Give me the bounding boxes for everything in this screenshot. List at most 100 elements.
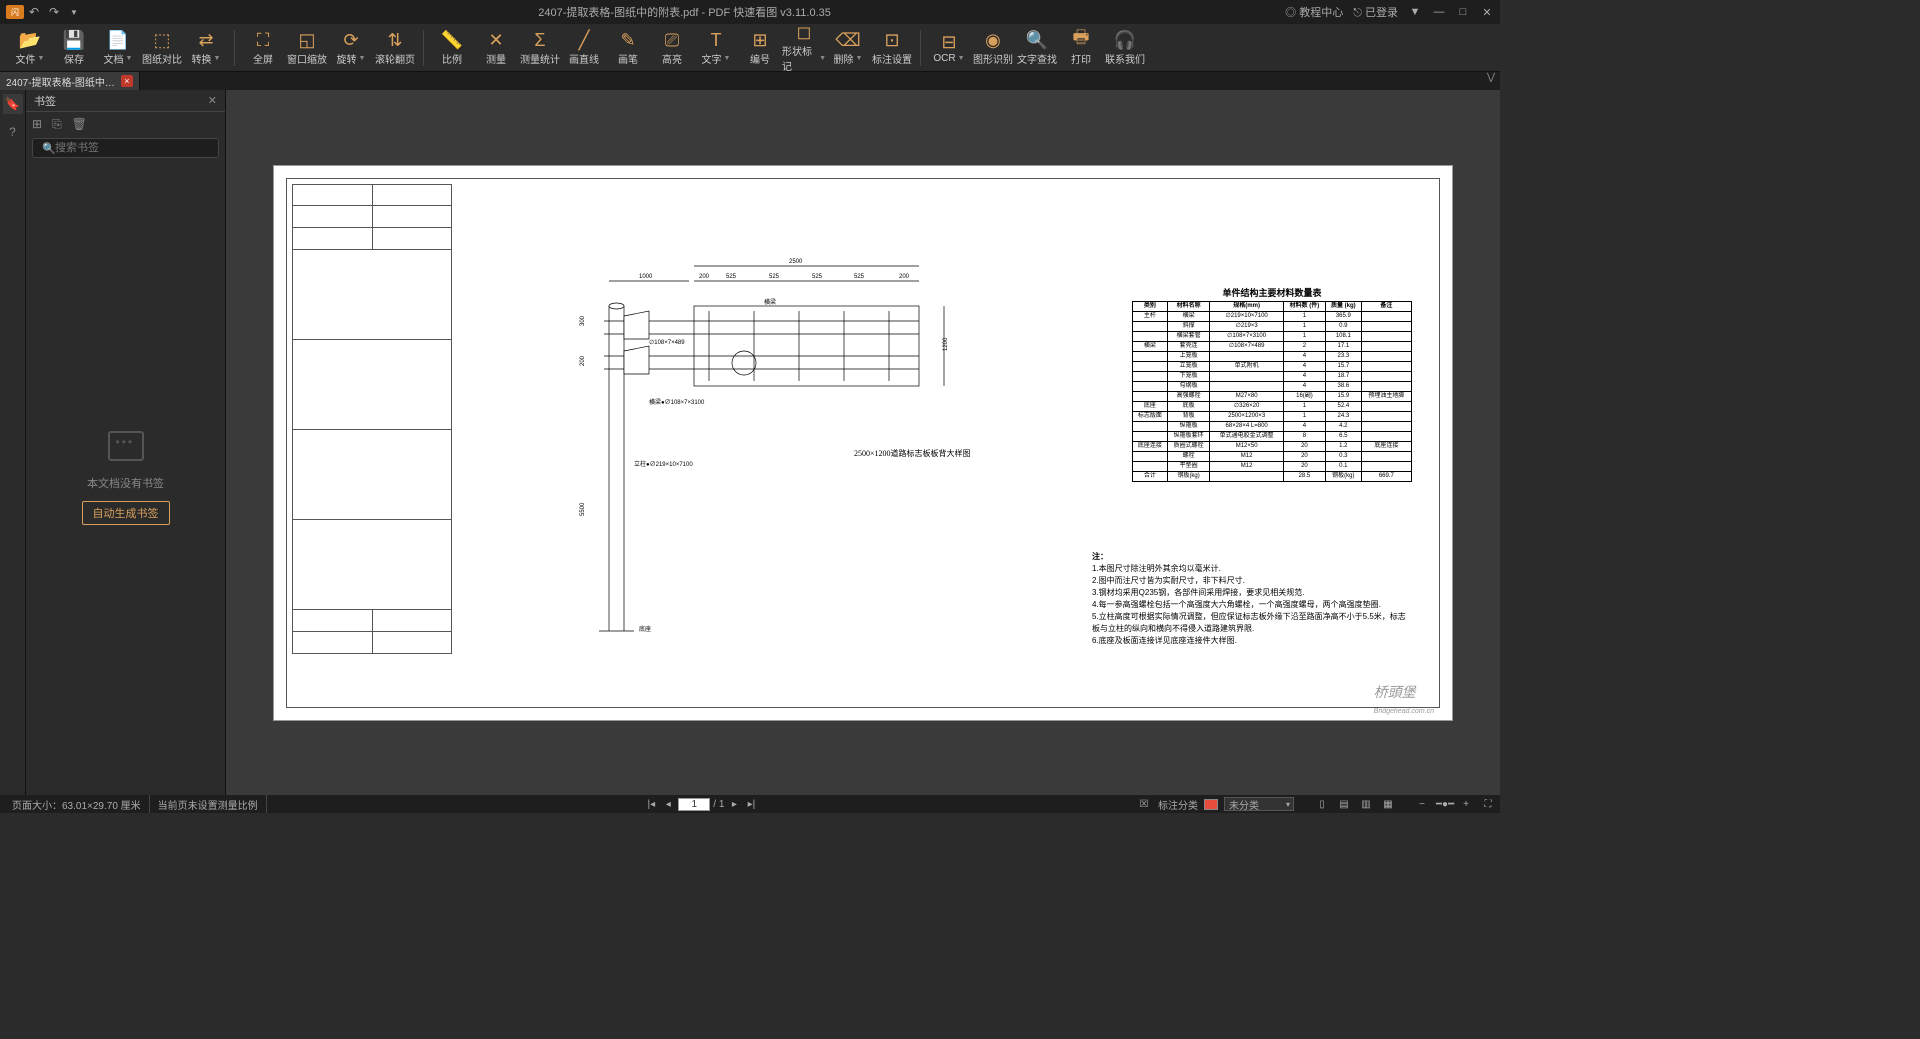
measure-button[interactable]: ✕测量 bbox=[474, 25, 518, 71]
bookmark-search-input[interactable] bbox=[32, 138, 219, 158]
bookmark-rail-icon[interactable]: 🔖 bbox=[3, 94, 23, 114]
autogen-bookmark-button[interactable]: 自动生成书签 bbox=[82, 501, 170, 525]
zoom-out-icon[interactable]: − bbox=[1414, 799, 1430, 810]
fullscreen-button[interactable]: ⛶全屏 bbox=[241, 25, 285, 71]
scale-icon: 📏 bbox=[441, 29, 463, 51]
svg-text:底座: 底座 bbox=[639, 625, 651, 633]
view-continuous-icon[interactable]: ▤ bbox=[1336, 799, 1352, 810]
titleblock-grid bbox=[292, 184, 452, 702]
svg-text:200: 200 bbox=[899, 274, 910, 280]
text-icon: T bbox=[711, 29, 722, 51]
annot-toggle-icon[interactable]: ☒ bbox=[1136, 799, 1152, 810]
highlight-button[interactable]: ⎚高亮 bbox=[650, 25, 694, 71]
page-size-label: 页面大小：63.01×29.70 厘米 bbox=[4, 795, 150, 813]
undo-icon[interactable]: ↶ bbox=[24, 5, 44, 19]
redo-icon[interactable]: ↷ bbox=[44, 5, 64, 19]
svg-text:300: 300 bbox=[580, 315, 586, 326]
text-button[interactable]: T文字▼ bbox=[694, 25, 738, 71]
zoom-slider-icon[interactable]: ━●━ bbox=[1436, 799, 1452, 810]
scale-button[interactable]: 📏比例 bbox=[430, 25, 474, 71]
annot-label: 标注分类 bbox=[1158, 797, 1198, 812]
maximize-button[interactable]: □ bbox=[1456, 6, 1470, 18]
help-link[interactable]: ◎ 教程中心 bbox=[1285, 4, 1343, 20]
svg-text:∅108×7×489: ∅108×7×489 bbox=[649, 339, 685, 346]
save-button[interactable]: 💾保存 bbox=[52, 25, 96, 71]
number-button[interactable]: ⊞编号 bbox=[738, 25, 782, 71]
view-facing-icon[interactable]: ▥ bbox=[1358, 799, 1374, 810]
tab-close-icon[interactable]: × bbox=[121, 75, 133, 87]
document-tab[interactable]: 2407-提取表格-图纸中… × bbox=[0, 72, 140, 90]
watermark: 桥頭堡Bridgehead.com.cn bbox=[1374, 682, 1434, 718]
fitwindow-button[interactable]: ◱窗口缩放 bbox=[285, 25, 329, 71]
add-bookmark-icon[interactable]: ⎘ bbox=[52, 117, 62, 132]
save-icon: 💾 bbox=[63, 29, 85, 51]
imgrec-icon: ◉ bbox=[985, 29, 1001, 51]
app-logo-icon: 闪 bbox=[6, 5, 24, 19]
rotate-button[interactable]: ⟳旋转▼ bbox=[329, 25, 373, 71]
pen-button[interactable]: ✎画笔 bbox=[606, 25, 650, 71]
view-book-icon[interactable]: ▦ bbox=[1380, 799, 1396, 810]
svg-text:525: 525 bbox=[769, 274, 780, 280]
title-bar: 闪 ↶ ↷ ▼ 2407-提取表格-图纸中的附表.pdf - PDF 快速看图 … bbox=[0, 0, 1500, 24]
stat-icon: Σ bbox=[534, 29, 545, 51]
materials-table: 单件结构主要材料数量表 类别材料名称规格(mm)材料数 (件)质量 (kg)备注… bbox=[1132, 286, 1412, 482]
bookmark-panel: 书签 ✕ ⊞ ⎘ 🗑 🔍 本文档没有书签 自动生成书签 bbox=[26, 90, 226, 795]
menu-dd-icon[interactable]: ▼ bbox=[64, 8, 84, 17]
search-icon: 🔍 bbox=[1026, 29, 1048, 51]
delete-button[interactable]: ⌫删除▼ bbox=[826, 25, 870, 71]
annot-class-select[interactable]: 未分类 bbox=[1224, 797, 1294, 811]
file-button[interactable]: 📂文件▼ bbox=[8, 25, 52, 71]
window-title: 2407-提取表格-图纸中的附表.pdf - PDF 快速看图 v3.11.0.… bbox=[84, 4, 1285, 20]
expand-icon[interactable]: ⊞ bbox=[32, 117, 42, 131]
compare-button[interactable]: ⬚图纸对比 bbox=[140, 25, 184, 71]
view-single-icon[interactable]: ▯ bbox=[1314, 799, 1330, 810]
first-page-button[interactable]: |◂ bbox=[644, 799, 658, 810]
textsearch-button[interactable]: 🔍文字查找 bbox=[1015, 25, 1059, 71]
doc-button[interactable]: 📄文档▼ bbox=[96, 25, 140, 71]
next-page-button[interactable]: ▸ bbox=[727, 799, 741, 810]
imgrec-button[interactable]: ◉图形识别 bbox=[971, 25, 1015, 71]
help-rail-icon[interactable]: ? bbox=[3, 122, 23, 142]
panel-close-icon[interactable]: ✕ bbox=[208, 94, 217, 107]
close-button[interactable]: ✕ bbox=[1480, 6, 1494, 19]
zoom-in-icon[interactable]: + bbox=[1458, 799, 1474, 810]
svg-text:2500: 2500 bbox=[789, 259, 803, 265]
fitpage-icon[interactable]: ⛶ bbox=[1480, 799, 1496, 810]
tab-label: 2407-提取表格-图纸中… bbox=[6, 74, 115, 89]
last-page-button[interactable]: ▸| bbox=[744, 799, 758, 810]
convert-button[interactable]: ⇄转换▼ bbox=[184, 25, 228, 71]
line-icon: ╱ bbox=[579, 29, 590, 51]
minimize-button[interactable]: — bbox=[1432, 6, 1446, 18]
number-icon: ⊞ bbox=[752, 29, 767, 51]
login-status[interactable]: ⎋ 已登录 bbox=[1353, 4, 1398, 20]
status-bar: 页面大小：63.01×29.70 厘米 当前页未设置测量比例 |◂ ◂ / 1 … bbox=[0, 795, 1500, 813]
technical-drawing: 1000 2500 200 525 525 525 525 200 1200 3… bbox=[554, 236, 984, 636]
empty-text: 本文档没有书签 bbox=[87, 475, 164, 491]
scroll-button[interactable]: ⇅滚轮翻页 bbox=[373, 25, 417, 71]
main-toolbar: 📂文件▼ 💾保存 📄文档▼ ⬚图纸对比 ⇄转换▼ ⛶全屏 ◱窗口缩放 ⟳旋转▼ … bbox=[0, 24, 1500, 72]
pdf-viewer[interactable]: 1000 2500 200 525 525 525 525 200 1200 3… bbox=[226, 90, 1500, 795]
tabs-chevron-icon[interactable]: ⋁ bbox=[1482, 72, 1500, 90]
pin-icon[interactable]: ▼ bbox=[1408, 6, 1422, 18]
annot-color-swatch[interactable] bbox=[1204, 799, 1218, 810]
svg-text:525: 525 bbox=[726, 274, 737, 280]
contact-button[interactable]: 🎧联系我们 bbox=[1103, 25, 1147, 71]
ocr-icon: ⊟ bbox=[941, 31, 956, 53]
print-button[interactable]: 🖶打印 bbox=[1059, 25, 1103, 71]
page-number-input[interactable] bbox=[678, 798, 710, 811]
annotset-button[interactable]: ⊡标注设置 bbox=[870, 25, 914, 71]
page-navigation: |◂ ◂ / 1 ▸ ▸| bbox=[644, 798, 758, 811]
pen-icon: ✎ bbox=[620, 29, 635, 51]
delete-bookmark-icon[interactable]: 🗑 bbox=[72, 117, 87, 131]
line-button[interactable]: ╱画直线 bbox=[562, 25, 606, 71]
svg-text:横梁: 横梁 bbox=[764, 298, 776, 306]
print-icon: 🖶 bbox=[1073, 29, 1090, 51]
measurestat-button[interactable]: Σ测量统计 bbox=[518, 25, 562, 71]
shape-button[interactable]: ◻形状标记▼ bbox=[782, 25, 826, 71]
pdf-page: 1000 2500 200 525 525 525 525 200 1200 3… bbox=[273, 165, 1453, 721]
drawing-caption: 2500×1200道路标志板板背大样图 bbox=[854, 448, 971, 459]
ocr-button[interactable]: ⊟OCR▼ bbox=[927, 25, 971, 71]
document-tabs: 2407-提取表格-图纸中… × ⋁ bbox=[0, 72, 1500, 90]
scroll-icon: ⇅ bbox=[387, 29, 402, 51]
prev-page-button[interactable]: ◂ bbox=[661, 799, 675, 810]
